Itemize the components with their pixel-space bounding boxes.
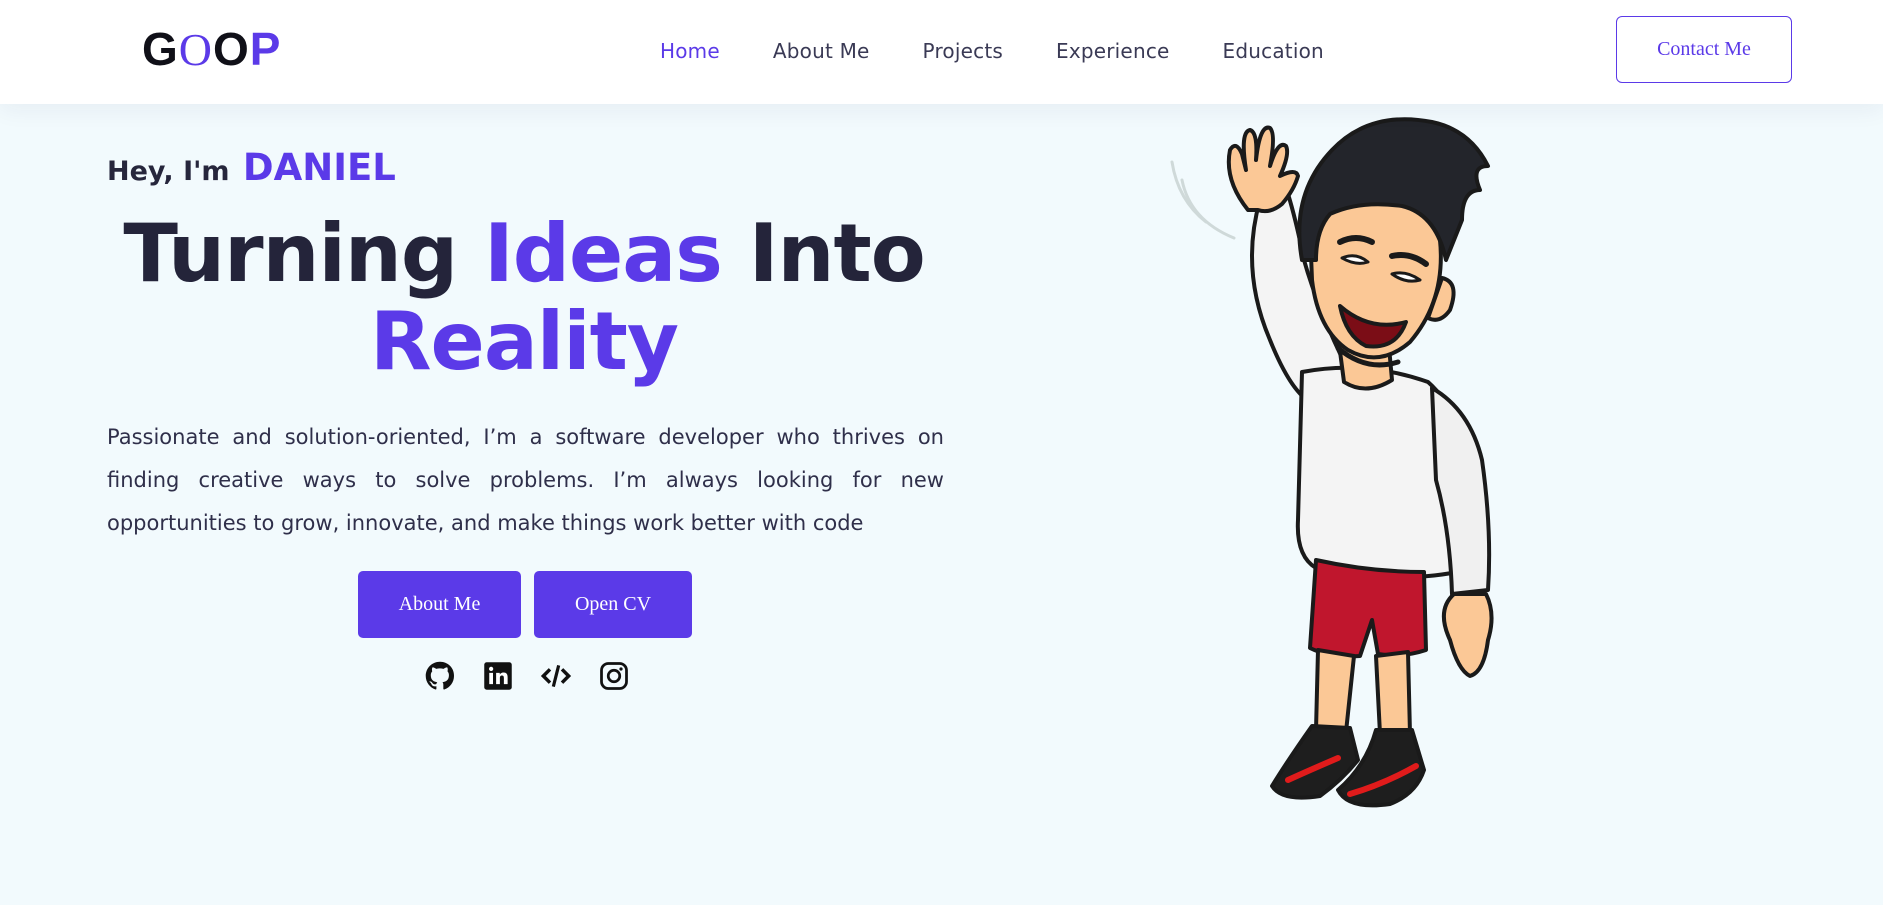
- nav-home[interactable]: Home: [660, 36, 720, 66]
- github-icon[interactable]: [424, 660, 456, 692]
- about-me-button[interactable]: About Me: [358, 571, 521, 638]
- hero-description: Passionate and solution-oriented, I’m a …: [107, 425, 944, 535]
- social-links: [424, 660, 630, 692]
- nav-education[interactable]: Education: [1223, 36, 1324, 66]
- nav-about-me[interactable]: About Me: [773, 36, 870, 66]
- linkedin-icon[interactable]: [482, 660, 514, 692]
- main-nav: Home About Me Projects Experience Educat…: [660, 36, 1377, 66]
- avatar-illustration: [1170, 117, 1494, 808]
- greeting-prefix: Hey, I'm: [107, 156, 230, 187]
- code-icon[interactable]: [540, 660, 572, 692]
- headline-word-ideas: Ideas: [483, 207, 723, 300]
- contact-me-button[interactable]: Contact Me: [1616, 16, 1792, 83]
- site-header: GOOP Home About Me Projects Experience E…: [0, 0, 1883, 104]
- headline-word-turning: Turning: [123, 207, 458, 300]
- logo[interactable]: GOOP: [142, 22, 281, 77]
- nav-projects[interactable]: Projects: [923, 36, 1003, 66]
- nav-experience[interactable]: Experience: [1056, 36, 1170, 66]
- hero-name: DANIEL: [242, 146, 396, 189]
- headline-word-reality: Reality: [369, 295, 679, 388]
- hero-headline: Turning Ideas Into Reality: [107, 210, 941, 386]
- headline-word-into: Into: [748, 207, 926, 300]
- instagram-icon[interactable]: [598, 660, 630, 692]
- open-cv-button[interactable]: Open CV: [534, 571, 692, 638]
- greeting: Hey, I'm DANIEL: [107, 146, 396, 194]
